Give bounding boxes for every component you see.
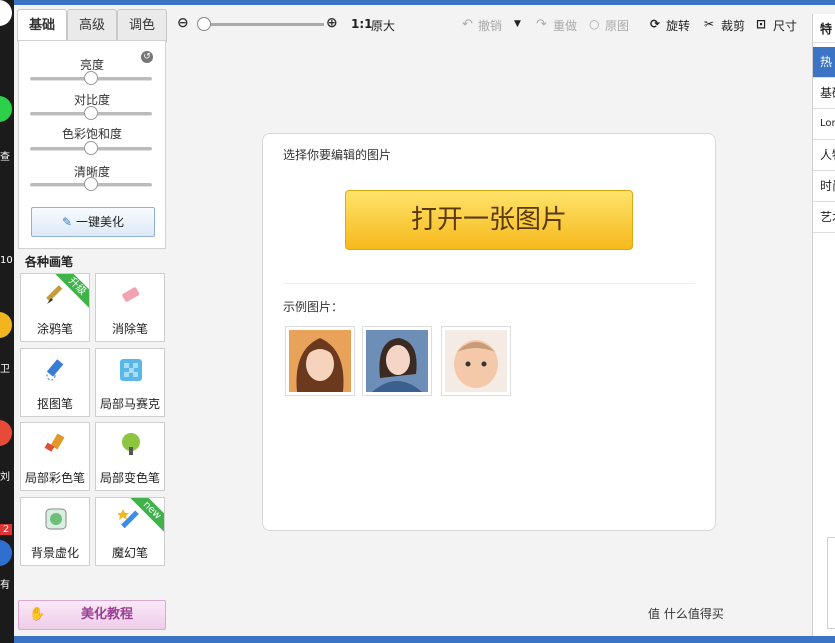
tool-cutout-pen[interactable]: 抠图笔 xyxy=(20,348,90,417)
tutorial-button[interactable]: ✋ 美化教程 xyxy=(18,600,166,630)
beautify-label: 一键美化 xyxy=(75,215,124,229)
zoom-out-icon[interactable]: ⊖ xyxy=(177,15,189,31)
cutout-pen-icon xyxy=(46,359,64,381)
sample-label: 示例图片： xyxy=(283,300,344,314)
window-bottom-border xyxy=(14,636,835,643)
crop-button[interactable]: 裁剪 xyxy=(721,17,745,34)
zoom-in-icon[interactable]: ⊕ xyxy=(326,15,338,31)
tool-doodle-pen[interactable]: 升级 涂鸦笔 xyxy=(20,273,90,342)
desktop-text: 卫 xyxy=(0,364,10,375)
right-tab-header[interactable]: 特 xyxy=(813,14,835,43)
eraser-icon xyxy=(122,287,140,302)
rotate-button[interactable]: 旋转 xyxy=(666,17,690,34)
color-change-icon xyxy=(122,433,140,455)
choose-prompt: 选择你要编辑的图片 xyxy=(283,148,392,162)
sample-photo-baby xyxy=(445,330,507,392)
sample-photo-woman xyxy=(366,330,428,392)
tool-color-change[interactable]: 局部变色笔 xyxy=(95,422,165,491)
desktop-icon xyxy=(0,540,12,566)
toolbar: ⊖ ⊕ 1:1 原大 ↶ 撤销 ▼ ↷ 重做 ○ 原图 ⟳ 旋转 ✂ 裁剪 ⊡ … xyxy=(170,8,810,42)
sample-photo-girl xyxy=(289,330,351,392)
original-size-button[interactable]: 原大 xyxy=(371,17,395,34)
tool-label: 局部彩色笔 xyxy=(24,471,85,485)
one-click-beautify-button[interactable]: ✎ 一键美化 xyxy=(31,207,155,237)
desktop-text: 刘 xyxy=(0,472,10,483)
tool-label: 背景虚化 xyxy=(30,546,79,560)
resize-icon[interactable]: ⊡ xyxy=(756,17,766,31)
mosaic-icon xyxy=(120,359,142,381)
sample-thumbnail[interactable] xyxy=(441,326,511,396)
crop-icon[interactable]: ✂ xyxy=(704,17,714,31)
right-tab-hot[interactable]: 热 xyxy=(813,47,835,78)
desktop-icon xyxy=(0,96,12,122)
tool-label: 局部变色笔 xyxy=(99,471,160,485)
brightness-knob[interactable] xyxy=(84,71,98,85)
tool-blur-background[interactable]: 背景虚化 xyxy=(20,497,90,566)
right-tab-art[interactable]: 艺术 xyxy=(813,202,835,233)
adjust-panel: ↺ 亮度 对比度 色彩饱和度 清晰度 ✎ 一键美化 xyxy=(18,40,166,249)
desktop-icon xyxy=(0,0,12,26)
tutorial-label: 美化教程 xyxy=(81,607,134,622)
zoom-knob[interactable] xyxy=(197,17,211,31)
redo-button[interactable]: 重做 xyxy=(553,17,577,34)
tool-label: 涂鸦笔 xyxy=(36,322,73,336)
tool-color-brush[interactable]: 局部彩色笔 xyxy=(20,422,90,491)
brushes-title: 各种画笔 xyxy=(25,255,74,269)
desktop-icon xyxy=(0,312,12,338)
magic-wand-icon xyxy=(118,509,139,529)
tool-label: 魔幻笔 xyxy=(111,546,148,560)
desktop-icon xyxy=(0,420,12,446)
paintbrush-icon xyxy=(46,285,63,304)
watermark: 值 什么值得买 xyxy=(648,607,724,621)
tab-color[interactable]: 调色 xyxy=(117,9,167,42)
zoom-slider[interactable] xyxy=(204,23,324,26)
saturation-slider[interactable] xyxy=(30,141,152,155)
contrast-knob[interactable] xyxy=(84,106,98,120)
right-tab-people[interactable]: 人物 xyxy=(813,140,835,171)
undo-icon[interactable]: ↶ xyxy=(462,17,473,32)
original-button[interactable]: 原图 xyxy=(605,17,629,34)
hand-icon: ✋ xyxy=(29,607,46,622)
tool-magic-pen[interactable]: new 魔幻笔 xyxy=(95,497,165,566)
sharpness-knob[interactable] xyxy=(84,177,98,191)
brightness-slider[interactable] xyxy=(30,71,152,85)
contrast-slider[interactable] xyxy=(30,106,152,120)
desktop-text: 有 xyxy=(0,580,10,591)
window-top-border xyxy=(14,0,835,5)
adjust-tabs: 基础 高级 调色 xyxy=(17,9,167,42)
desktop-badge: 2 xyxy=(0,524,12,535)
saturation-label: 色彩饱和度 xyxy=(61,127,122,141)
zoom-ratio: 1:1 xyxy=(351,17,373,31)
desktop-text: 10 xyxy=(0,255,13,266)
redo-icon[interactable]: ↷ xyxy=(536,17,547,32)
tab-basic[interactable]: 基础 xyxy=(17,9,67,42)
sample-thumbnail[interactable] xyxy=(362,326,432,396)
color-brush-icon xyxy=(44,433,65,452)
desktop-text: 查 xyxy=(0,152,10,163)
open-image-card: 选择你要编辑的图片 打开一张图片 示例图片： xyxy=(262,133,716,531)
original-icon[interactable]: ○ xyxy=(589,17,599,31)
tool-label: 抠图笔 xyxy=(36,397,73,411)
sample-thumbnail[interactable] xyxy=(285,326,355,396)
tool-mosaic[interactable]: 局部马赛克 xyxy=(95,348,165,417)
sharpness-slider[interactable] xyxy=(30,177,152,191)
right-tab-lomo[interactable]: Lom xyxy=(813,109,835,140)
saturation-knob[interactable] xyxy=(84,141,98,155)
undo-button[interactable]: 撤销 xyxy=(478,17,502,34)
tool-label: 消除笔 xyxy=(111,322,148,336)
chevron-down-icon[interactable]: ▼ xyxy=(514,19,521,29)
divider xyxy=(283,283,695,284)
size-button[interactable]: 尺寸 xyxy=(773,17,797,34)
desktop-strip: 查 10 卫 刘 2 有 xyxy=(0,0,14,643)
magic-icon: ✎ xyxy=(62,215,73,229)
open-image-button[interactable]: 打开一张图片 xyxy=(345,190,633,250)
tab-advanced[interactable]: 高级 xyxy=(67,9,117,42)
right-tab-fashion[interactable]: 时尚 xyxy=(813,171,835,202)
rotate-icon[interactable]: ⟳ xyxy=(650,17,660,31)
blur-background-icon xyxy=(45,508,67,530)
right-panel-scroll[interactable] xyxy=(827,537,835,629)
tool-label: 局部马赛克 xyxy=(99,397,160,411)
tool-eraser[interactable]: 消除笔 xyxy=(95,273,165,342)
right-tab-basic[interactable]: 基础 xyxy=(813,78,835,109)
